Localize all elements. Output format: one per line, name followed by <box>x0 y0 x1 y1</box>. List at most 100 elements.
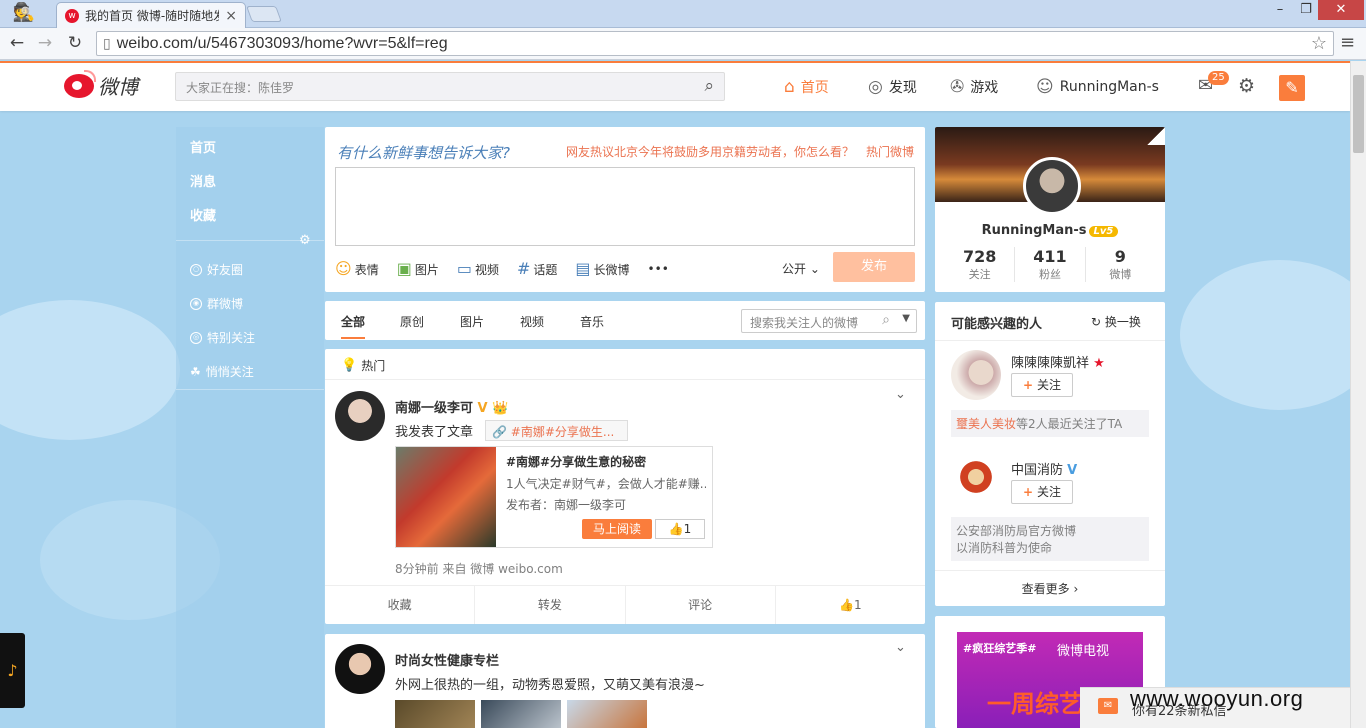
reload-icon[interactable]: ↻ <box>64 32 86 54</box>
browser-menu-icon[interactable]: ≡ <box>1340 32 1355 53</box>
address-bar[interactable]: ▯ weibo.com/u/5467303093/home?wvr=5&lf=r… <box>96 31 1334 56</box>
post-images <box>395 700 647 728</box>
sidebar-item-quiet[interactable]: ☘ 悄悄关注 <box>190 363 254 380</box>
sidebar-item-label: 悄悄关注 <box>205 365 254 379</box>
nav-game[interactable]: ✇ 游戏 <box>950 77 998 97</box>
scrollbar-thumb[interactable] <box>1353 75 1364 153</box>
stat-label: 关注 <box>968 268 991 281</box>
stat-followers[interactable]: 411 粉丝 <box>1015 247 1086 282</box>
sidebar-item-home[interactable]: 首页 <box>190 137 216 156</box>
read-now-button[interactable]: 马上阅读 <box>582 519 652 539</box>
more-tools-icon[interactable]: ••• <box>648 262 669 276</box>
sidebar-item-special[interactable]: ◎ 特别关注 <box>190 329 255 346</box>
emoji-button[interactable]: ☺ 表情 <box>335 259 379 278</box>
sidebar-item-groups[interactable]: ◉ 群微博 <box>190 295 243 312</box>
see-more-link[interactable]: 查看更多 › <box>935 570 1165 606</box>
forward-icon[interactable]: → <box>34 32 56 54</box>
stat-posts[interactable]: 9 微博 <box>1086 247 1155 282</box>
search-icon[interactable]: ⌕ <box>882 312 890 328</box>
post-image[interactable] <box>567 700 647 728</box>
gear-icon[interactable]: ⚙ <box>1238 75 1255 97</box>
avatar[interactable] <box>1023 157 1081 215</box>
sidebar-item-friends[interactable]: ○ 好友圈 <box>190 261 243 278</box>
level-badge[interactable]: Lv5 <box>1088 226 1119 237</box>
publish-button[interactable]: 发布 <box>833 252 915 282</box>
follow-button[interactable]: + 关注 <box>1011 373 1073 397</box>
repost-button[interactable]: 转发 <box>475 586 626 624</box>
new-tab-button[interactable] <box>246 6 282 22</box>
tab-original[interactable]: 原创 <box>400 313 424 330</box>
stat-value: 411 <box>1033 247 1067 266</box>
article-card[interactable]: #南娜#分享做生意的秘密 1人气决定#财气#，会做人才能#赚... 发布者：南娜… <box>395 446 713 548</box>
ad-big-text: 一周综艺 <box>987 690 1083 718</box>
reason-link[interactable]: 璽美人美妆 <box>956 417 1016 431</box>
chevron-down-icon[interactable]: ⌄ <box>895 387 906 402</box>
browser-tab[interactable]: w 我的首页 微博-随时随地发 × <box>56 2 246 28</box>
suggestions-title: 可能感兴趣的人 <box>951 317 1043 332</box>
tab-pictures[interactable]: 图片 <box>460 313 484 330</box>
author-name[interactable]: 南娜一级李可 V 👑 <box>395 397 508 416</box>
avatar[interactable] <box>335 391 385 441</box>
feed-search-input[interactable]: 搜索我关注人的微博 ⌕ ▼ <box>741 309 917 333</box>
suggestion-reason: 璽美人美妆等2人最近关注了TA <box>951 410 1149 437</box>
page-scrollbar[interactable] <box>1350 61 1366 728</box>
comment-button[interactable]: 评论 <box>626 586 776 624</box>
gamepad-icon: ✇ <box>950 77 965 97</box>
refresh-icon: ↻ <box>1091 315 1102 329</box>
visibility-select[interactable]: 公开 ⌄ <box>782 260 820 277</box>
profile-name[interactable]: RunningMan-s Lv5 <box>935 223 1165 238</box>
favorite-button[interactable]: 收藏 <box>325 586 476 624</box>
weibo-logo[interactable]: 微博 <box>64 69 138 100</box>
article-thumbnail <box>396 447 496 547</box>
topic-button[interactable]: # 话题 <box>517 259 557 278</box>
sidebar-item-favorites[interactable]: 收藏 <box>190 205 216 224</box>
tab-video[interactable]: 视频 <box>520 313 544 330</box>
topic-link[interactable]: 🔗 #南娜#分享做生... <box>485 420 628 441</box>
composer-tools: ☺ 表情 ▣ 图片 ▭ 视频 # 话题 ▤ 长微博 ••• <box>335 259 669 278</box>
sidebar-divider <box>176 389 324 390</box>
composer-prompt: 有什么新鲜事想告诉大家? <box>337 144 510 162</box>
suggested-user-name[interactable]: 中国消防 V <box>1011 459 1077 478</box>
post-textarea[interactable] <box>335 167 915 246</box>
tab-music[interactable]: 音乐 <box>580 313 604 330</box>
stat-following[interactable]: 728 关注 <box>945 247 1016 282</box>
sidebar-settings-icon[interactable]: ⚙ <box>299 233 311 248</box>
dropdown-arrow-icon[interactable]: ▼ <box>902 313 910 324</box>
search-icon[interactable]: ⌕ <box>704 76 714 96</box>
follow-button[interactable]: + 关注 <box>1011 480 1073 504</box>
post-image[interactable] <box>395 700 475 728</box>
bookmark-star-icon[interactable]: ☆ <box>1311 33 1327 54</box>
nav-home[interactable]: ⌂ 首页 <box>784 77 829 97</box>
image-icon: ▣ <box>396 259 412 278</box>
like-button[interactable]: 👍1 <box>776 586 925 624</box>
hot-weibo-link[interactable]: 热门微博 <box>866 143 914 160</box>
long-weibo-button[interactable]: ▤ 长微博 <box>575 259 629 278</box>
avatar[interactable] <box>951 457 1001 507</box>
article-like-button[interactable]: 👍1 <box>655 519 705 539</box>
tab-all[interactable]: 全部 <box>341 313 366 339</box>
music-player-icon[interactable]: ♪ <box>0 633 25 708</box>
video-button[interactable]: ▭ 视频 <box>457 259 499 278</box>
compose-button[interactable]: ✎ <box>1279 75 1305 101</box>
close-tab-icon[interactable]: × <box>225 8 237 24</box>
search-input[interactable]: 大家正在搜：陈佳罗 ⌕ <box>175 72 725 101</box>
chevron-down-icon[interactable]: ⌄ <box>895 640 906 655</box>
search-placeholder: 大家正在搜：陈佳罗 <box>186 81 295 95</box>
hot-topic-link[interactable]: 网友热议北京今年将鼓励多用京籍劳动者，你怎么看？ <box>566 143 854 160</box>
stat-value: 728 <box>962 247 997 266</box>
profile-card: RunningMan-s Lv5 728 关注 411 粉丝 9 微博 <box>935 127 1165 292</box>
avatar[interactable] <box>335 644 385 694</box>
sidebar-item-messages[interactable]: 消息 <box>190 171 216 190</box>
image-button[interactable]: ▣ 图片 <box>397 259 439 278</box>
suggested-user-name[interactable]: 陳陳陳陳凱祥 ★ <box>1011 352 1105 371</box>
post-image[interactable] <box>481 700 561 728</box>
author-name[interactable]: 时尚女性健康专栏 <box>395 650 499 669</box>
nav-user[interactable]: ☺ RunningMan-s <box>1036 77 1159 97</box>
refresh-button[interactable]: ↻ 换一换 <box>1091 313 1141 330</box>
feed-card: 时尚女性健康专栏 ⌄ 外网上很热的一组，动物秀恩爱照，又萌又美有浪漫~ <box>325 634 925 728</box>
close-window-button[interactable]: ✕ <box>1318 0 1364 20</box>
avatar[interactable] <box>951 350 1001 400</box>
nav-discover[interactable]: ◎ 发现 <box>868 77 917 97</box>
visibility-value: 公开 <box>782 262 807 276</box>
back-icon[interactable]: ← <box>6 32 28 54</box>
